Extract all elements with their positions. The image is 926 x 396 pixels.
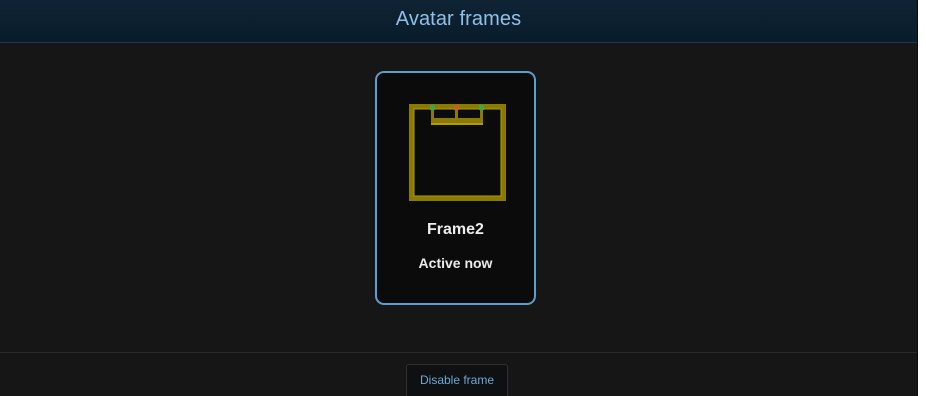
frame-status: Active now [418, 255, 493, 271]
avatar-frames-page: Avatar frames Frame2 Active now Disable … [0, 0, 918, 396]
disable-frame-button[interactable]: Disable frame [406, 364, 508, 396]
frame-card[interactable]: Frame2 Active now [375, 71, 536, 305]
crown-frame-icon [408, 103, 507, 202]
scrollbar [918, 0, 926, 396]
page-title: Avatar frames [395, 7, 522, 30]
frame-name: Frame2 [427, 221, 484, 238]
page-header: Avatar frames [0, 0, 917, 43]
footer-divider [0, 352, 917, 353]
